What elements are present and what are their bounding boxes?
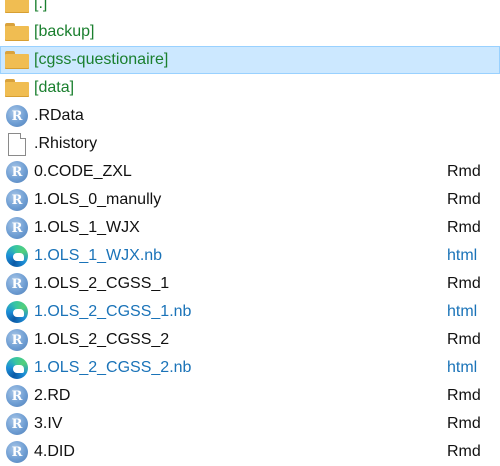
file-name: [backup] [34, 23, 95, 40]
file-extension: Rmd [447, 387, 481, 404]
file-row[interactable]: R 4.DID Rmd [0, 438, 500, 466]
r-icon: R [5, 104, 29, 128]
file-row[interactable]: [backup] [0, 18, 500, 46]
file-row[interactable]: [cgss-questionaire] [0, 46, 500, 74]
file-extension: Rmd [447, 275, 481, 292]
file-name: 1.OLS_2_CGSS_2 [34, 331, 170, 348]
file-name: [data] [34, 79, 75, 96]
file-row[interactable]: 1.OLS_2_CGSS_2.nb html [0, 354, 500, 382]
file-name: .RData [34, 107, 84, 124]
blank-file-icon [5, 132, 29, 156]
edge-icon [5, 356, 29, 380]
file-extension: Rmd [447, 163, 481, 180]
file-name: 1.OLS_1_WJX [34, 219, 140, 236]
file-row[interactable]: R 0.CODE_ZXL Rmd [0, 158, 500, 186]
file-name: 3.IV [34, 415, 63, 432]
file-name: .Rhistory [34, 135, 98, 152]
r-icon: R [5, 160, 29, 184]
file-row[interactable]: R 3.IV Rmd [0, 410, 500, 438]
file-extension: Rmd [447, 415, 481, 432]
file-name: [.] [34, 0, 48, 12]
file-row[interactable]: [data] [0, 74, 500, 102]
edge-icon [5, 244, 29, 268]
file-row[interactable]: 1.OLS_2_CGSS_1.nb html [0, 298, 500, 326]
r-icon: R [5, 412, 29, 436]
r-icon: R [5, 272, 29, 296]
file-extension: Rmd [447, 219, 481, 236]
r-icon: R [5, 188, 29, 212]
file-row[interactable]: R 1.OLS_1_WJX Rmd [0, 214, 500, 242]
file-row[interactable]: R .RData [0, 102, 500, 130]
folder-icon [5, 0, 29, 16]
r-icon: R [5, 328, 29, 352]
file-name: 1.OLS_2_CGSS_1.nb [34, 303, 192, 320]
file-row[interactable]: .Rhistory [0, 130, 500, 158]
file-row[interactable]: [.] [0, 0, 500, 18]
file-name: 4.DID [34, 443, 75, 460]
r-icon: R [5, 440, 29, 464]
file-extension: html [447, 247, 478, 264]
file-row[interactable]: R 1.OLS_2_CGSS_2 Rmd [0, 326, 500, 354]
file-name: 1.OLS_0_manully [34, 191, 162, 208]
file-list: [.] [backup] [cgss-questionaire] [data] R .RD… [0, 0, 500, 466]
file-name: 0.CODE_ZXL [34, 163, 132, 180]
file-name: 1.OLS_2_CGSS_1 [34, 275, 170, 292]
r-icon: R [5, 216, 29, 240]
file-name: 1.OLS_1_WJX.nb [34, 247, 163, 264]
file-name: [cgss-questionaire] [34, 51, 169, 68]
file-row[interactable]: R 1.OLS_0_manully Rmd [0, 186, 500, 214]
file-extension: html [447, 359, 478, 376]
folder-icon [5, 76, 29, 100]
file-extension: html [447, 303, 478, 320]
file-row[interactable]: 1.OLS_1_WJX.nb html [0, 242, 500, 270]
edge-icon [5, 300, 29, 324]
folder-icon [5, 20, 29, 44]
file-name: 2.RD [34, 387, 71, 404]
folder-icon [5, 48, 29, 72]
file-row[interactable]: R 2.RD Rmd [0, 382, 500, 410]
r-icon: R [5, 384, 29, 408]
file-row[interactable]: R 1.OLS_2_CGSS_1 Rmd [0, 270, 500, 298]
file-extension: Rmd [447, 191, 481, 208]
file-extension: Rmd [447, 443, 481, 460]
file-name: 1.OLS_2_CGSS_2.nb [34, 359, 192, 376]
file-extension: Rmd [447, 331, 481, 348]
